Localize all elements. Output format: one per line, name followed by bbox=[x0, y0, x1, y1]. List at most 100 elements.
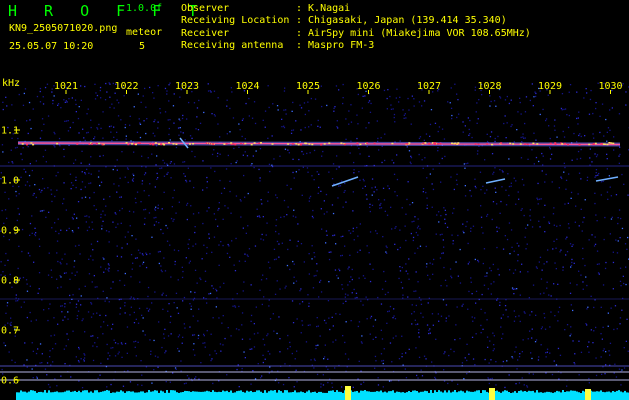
noise-speck bbox=[285, 285, 287, 287]
noise-speck bbox=[365, 194, 368, 196]
noise-speck bbox=[561, 109, 563, 111]
noise-speck bbox=[608, 175, 610, 177]
noise-speck bbox=[584, 199, 586, 201]
noise-speck bbox=[535, 339, 538, 341]
noise-speck bbox=[331, 316, 333, 318]
noise-speck bbox=[440, 315, 443, 317]
noise-speck bbox=[429, 278, 431, 280]
noise-speck bbox=[504, 386, 506, 389]
timestamp-label: 25.05.07 10:20 bbox=[9, 41, 94, 52]
noise-speck bbox=[350, 121, 353, 123]
noise-speck bbox=[578, 270, 580, 272]
noise-speck bbox=[345, 321, 347, 323]
noise-speck bbox=[605, 261, 607, 264]
noise-speck bbox=[605, 364, 607, 366]
noise-speck bbox=[582, 288, 584, 290]
noise-speck bbox=[559, 354, 562, 356]
noise-speck bbox=[432, 273, 434, 275]
noise-speck bbox=[255, 306, 257, 308]
noise-speck bbox=[122, 385, 125, 387]
noise-speck bbox=[192, 245, 194, 247]
noise-speck bbox=[165, 294, 167, 297]
noise-speck bbox=[217, 209, 219, 211]
noise-speck bbox=[338, 268, 340, 270]
noise-speck bbox=[244, 253, 246, 255]
noise-speck bbox=[565, 254, 567, 256]
y-tick-label: 0.8 bbox=[1, 276, 19, 287]
noise-speck bbox=[368, 155, 370, 157]
signal-strength-spike bbox=[130, 391, 132, 394]
noise-speck bbox=[405, 117, 407, 119]
signal-strength-spike bbox=[308, 390, 310, 394]
noise-speck bbox=[238, 123, 240, 125]
noise-speck bbox=[451, 114, 453, 117]
noise-speck bbox=[114, 355, 117, 357]
noise-speck bbox=[328, 171, 330, 173]
noise-speck bbox=[607, 312, 609, 314]
noise-speck bbox=[399, 246, 401, 249]
noise-speck bbox=[137, 249, 140, 251]
noise-speck bbox=[258, 215, 260, 217]
noise-speck bbox=[369, 203, 371, 205]
noise-speck bbox=[321, 105, 323, 108]
noise-speck bbox=[233, 264, 235, 266]
noise-speck bbox=[159, 167, 161, 170]
noise-speck bbox=[91, 281, 93, 283]
noise-speck bbox=[589, 98, 592, 101]
noise-speck bbox=[538, 261, 540, 263]
noise-speck bbox=[313, 179, 315, 181]
noise-speck bbox=[448, 315, 450, 317]
signal-strength-spike bbox=[576, 391, 578, 394]
signal-strength-spike bbox=[430, 390, 432, 394]
noise-speck bbox=[619, 237, 621, 239]
noise-speck bbox=[492, 263, 494, 266]
noise-speck bbox=[163, 175, 166, 177]
noise-speck bbox=[284, 287, 286, 289]
noise-speck bbox=[491, 153, 494, 155]
noise-speck bbox=[359, 249, 361, 251]
noise-speck bbox=[182, 114, 184, 117]
noise-speck bbox=[438, 211, 440, 213]
noise-speck bbox=[563, 162, 565, 164]
noise-speck bbox=[262, 354, 264, 356]
noise-speck bbox=[114, 212, 116, 214]
noise-speck bbox=[341, 386, 343, 388]
noise-speck bbox=[560, 249, 562, 251]
noise-speck bbox=[109, 96, 111, 98]
noise-speck bbox=[364, 185, 366, 187]
carrier-speck bbox=[152, 143, 155, 146]
noise-speck bbox=[492, 201, 495, 203]
noise-speck bbox=[141, 180, 144, 182]
noise-speck bbox=[407, 296, 409, 298]
signal-strength-spike bbox=[354, 391, 356, 394]
noise-speck bbox=[493, 281, 495, 283]
noise-speck bbox=[539, 226, 541, 228]
noise-speck bbox=[53, 131, 55, 134]
carrier-speck bbox=[295, 143, 298, 145]
noise-speck bbox=[212, 317, 214, 319]
noise-speck bbox=[466, 343, 468, 345]
noise-speck bbox=[133, 211, 135, 213]
noise-speck bbox=[335, 85, 338, 87]
noise-speck bbox=[548, 294, 550, 296]
signal-strength-spike bbox=[318, 391, 320, 394]
signal-strength-spike bbox=[324, 392, 326, 394]
noise-speck bbox=[241, 338, 244, 340]
noise-speck bbox=[126, 352, 128, 354]
noise-speck bbox=[146, 118, 148, 120]
noise-speck bbox=[64, 303, 66, 305]
noise-speck bbox=[347, 268, 349, 270]
noise-speck bbox=[274, 293, 277, 295]
noise-speck bbox=[296, 318, 298, 320]
noise-speck bbox=[412, 236, 415, 239]
signal-strength-spike bbox=[296, 392, 298, 394]
noise-speck bbox=[71, 230, 74, 232]
noise-speck bbox=[331, 382, 333, 384]
noise-speck bbox=[155, 216, 157, 219]
signal-strength-spike bbox=[438, 390, 440, 394]
noise-speck bbox=[466, 359, 468, 362]
signal-strength-spike bbox=[310, 392, 312, 394]
x-tick-label: 1026 bbox=[356, 81, 380, 92]
noise-speck bbox=[353, 239, 355, 241]
noise-speck bbox=[129, 115, 131, 117]
